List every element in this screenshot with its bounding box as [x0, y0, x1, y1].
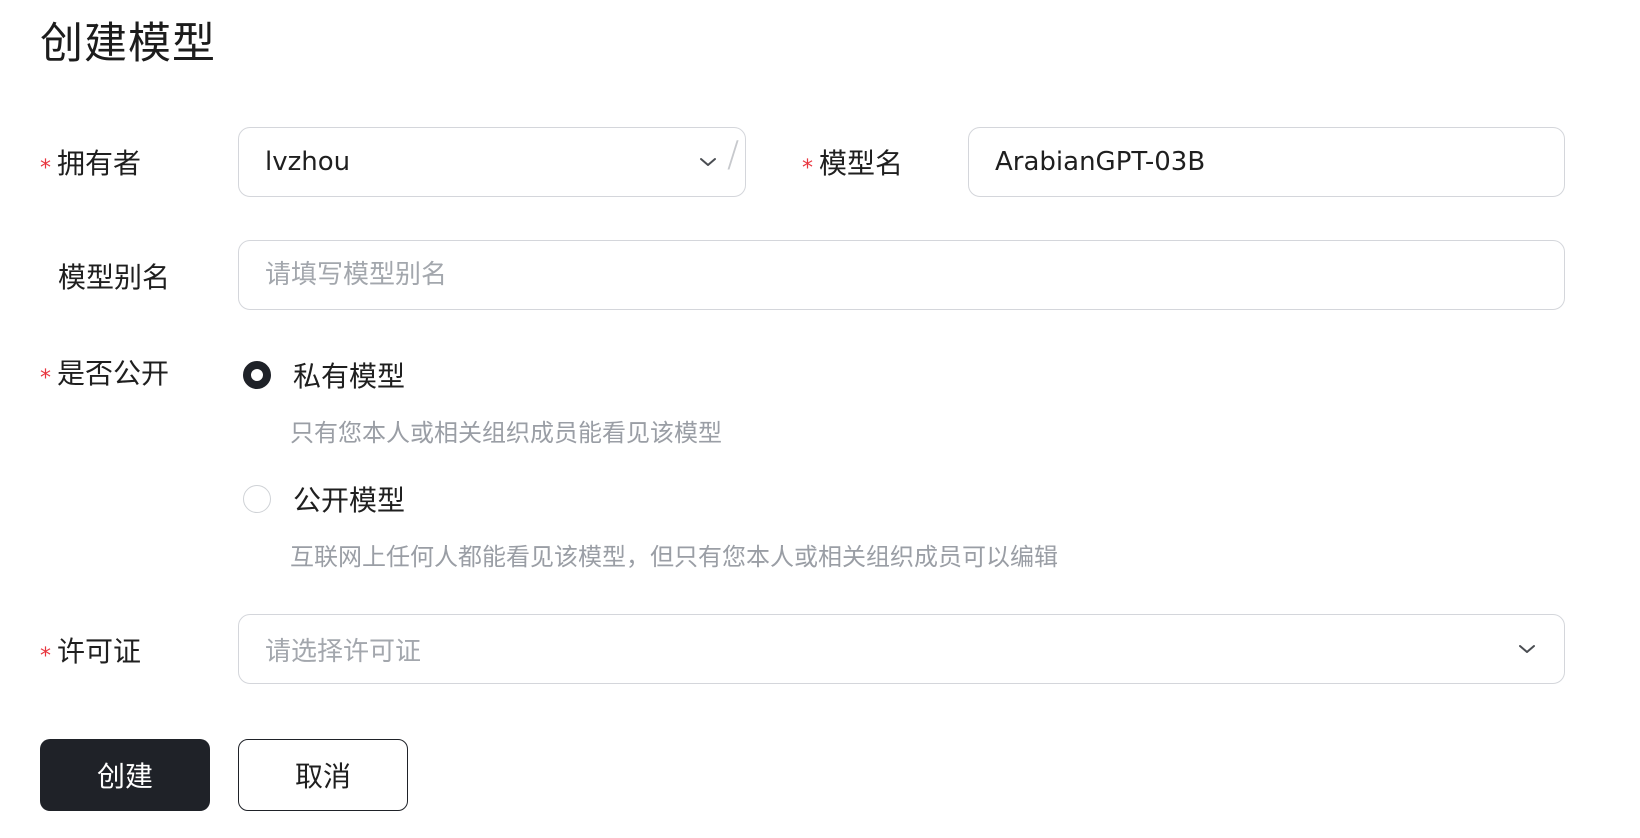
page-title: 创建模型: [40, 19, 216, 69]
license-select[interactable]: 请选择许可证: [238, 614, 1565, 684]
owner-value: lvzhou: [265, 147, 351, 177]
required-mark: *: [40, 366, 51, 391]
model-name-value: ArabianGPT-03B: [995, 147, 1206, 177]
required-mark: *: [802, 156, 813, 181]
license-label: 许可证: [57, 635, 142, 668]
license-placeholder: 请选择许可证: [265, 636, 422, 667]
radio-desc-public: 互联网上任何人都能看见该模型，但只有您本人或相关组织成员可以编辑: [290, 543, 1058, 571]
chevron-down-icon: [1516, 638, 1538, 660]
radio-checked-icon[interactable]: [243, 361, 271, 389]
model-alias-input[interactable]: [265, 260, 1538, 290]
owner-model-separator: /: [727, 134, 740, 175]
chevron-down-icon: [697, 151, 719, 173]
radio-desc-private: 只有您本人或相关组织成员能看见该模型: [290, 419, 722, 447]
model-alias-field[interactable]: [238, 240, 1565, 310]
model-alias-label: 模型别名: [58, 261, 171, 294]
required-mark: *: [40, 644, 51, 669]
model-name-label: 模型名: [819, 147, 904, 180]
model-name-input[interactable]: ArabianGPT-03B: [968, 127, 1565, 197]
owner-label-group: * 拥有者: [40, 144, 141, 187]
radio-option-public[interactable]: 公开模型: [243, 479, 405, 519]
visibility-label: 是否公开: [57, 357, 170, 390]
radio-label-public: 公开模型: [293, 484, 406, 517]
owner-select[interactable]: lvzhou: [238, 127, 746, 197]
radio-option-private[interactable]: 私有模型: [243, 355, 405, 395]
radio-unchecked-icon[interactable]: [243, 485, 271, 513]
create-button[interactable]: 创建: [40, 739, 210, 811]
license-label-group: * 许可证: [40, 632, 141, 675]
cancel-button[interactable]: 取消: [238, 739, 408, 811]
required-mark: *: [40, 156, 51, 181]
visibility-label-group: * 是否公开: [40, 354, 169, 397]
owner-label: 拥有者: [57, 147, 142, 180]
radio-label-private: 私有模型: [293, 360, 406, 393]
model-name-label-group: * 模型名: [802, 144, 903, 187]
